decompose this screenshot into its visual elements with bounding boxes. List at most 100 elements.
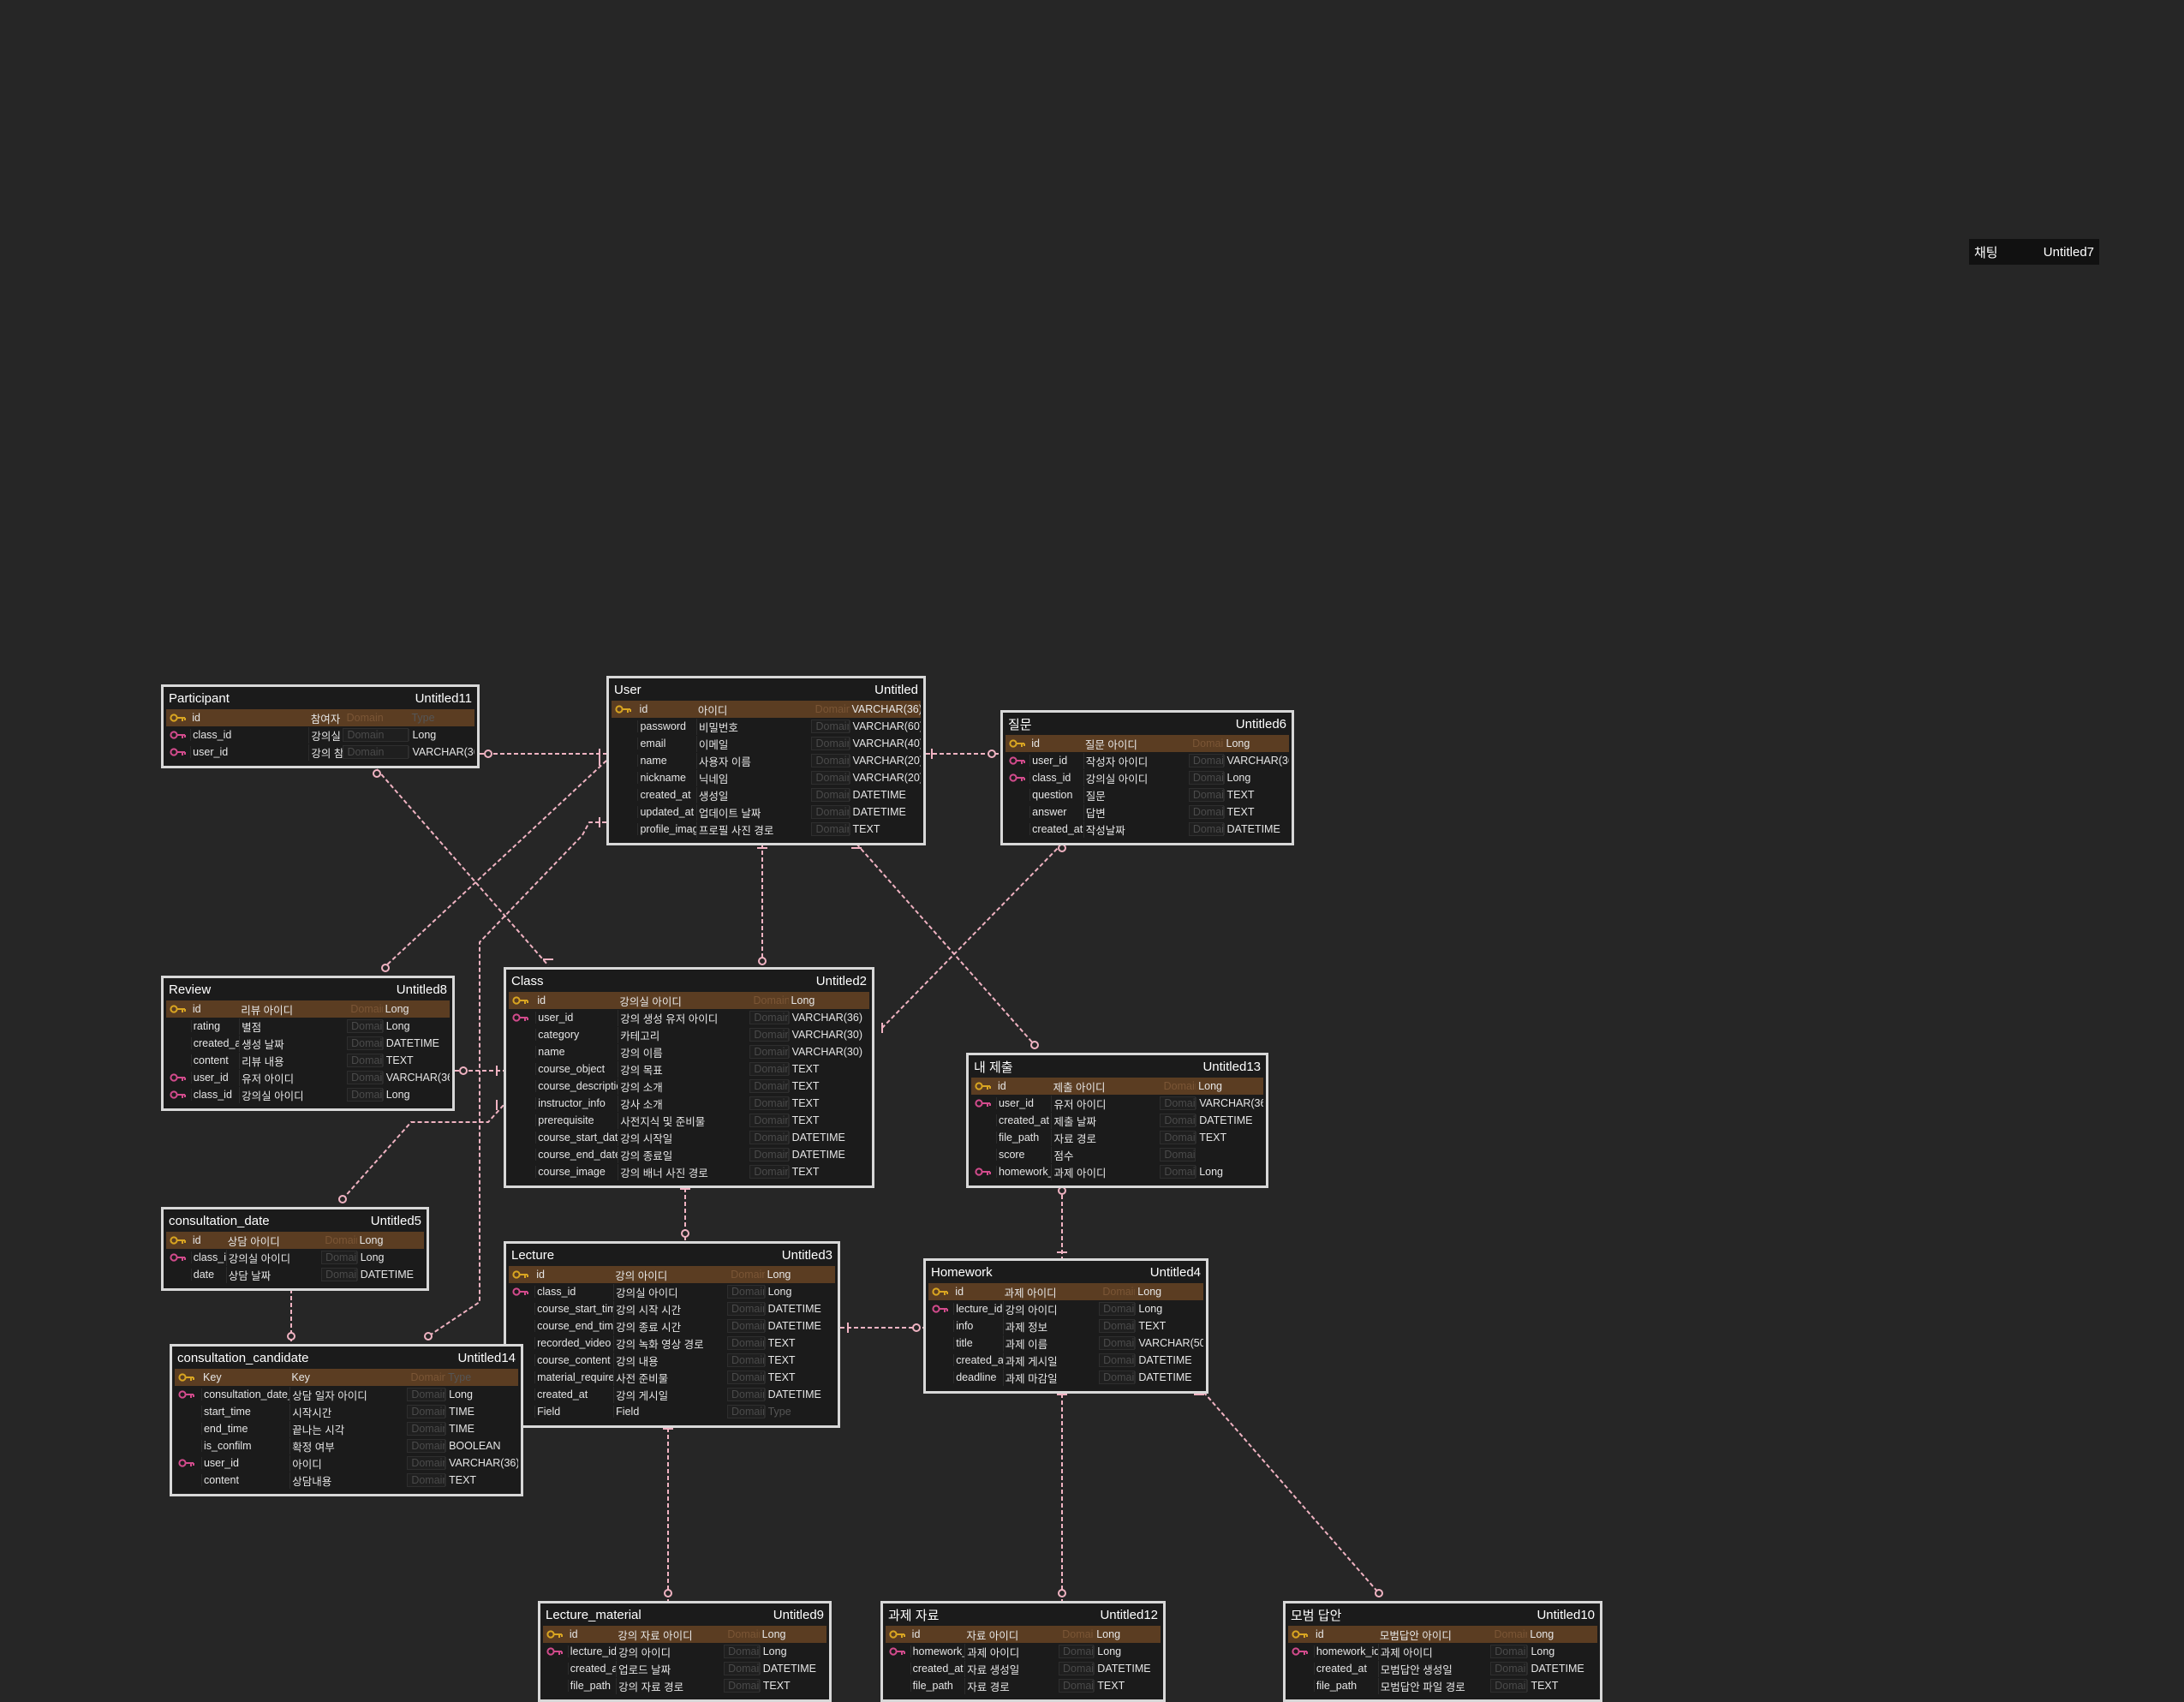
column-logical-name[interactable]: 자료 생성일 [964, 1660, 1059, 1677]
column-row[interactable]: created_at제출 날짜DomainDATETIME [971, 1112, 1263, 1129]
column-logical-name[interactable]: 유저 아이디 [239, 1069, 347, 1086]
homework-answer-link[interactable] [1198, 1386, 1380, 1594]
column-type[interactable]: TEXT [764, 1371, 835, 1383]
column-type[interactable]: DATETIME [1223, 823, 1289, 835]
column-name[interactable]: Field [534, 1406, 613, 1418]
column-domain[interactable]: Domain [1099, 1286, 1135, 1298]
column-type[interactable]: DATETIME [1135, 1354, 1203, 1366]
column-name[interactable]: homework_id [1313, 1645, 1378, 1657]
column-type[interactable]: TIME [445, 1406, 518, 1418]
column-row[interactable]: title과제 이름DomainVARCHAR(50) [928, 1335, 1203, 1352]
column-type[interactable]: Long [1196, 1080, 1263, 1092]
column-name[interactable]: rating [190, 1020, 239, 1032]
column-type[interactable]: Long [382, 1089, 450, 1101]
column-type[interactable]: DATETIME [1135, 1371, 1203, 1383]
column-type[interactable]: Long [764, 1286, 835, 1298]
column-type[interactable]: DATETIME [788, 1149, 869, 1161]
column-row[interactable]: password 비밀번호 Domain VARCHAR(60) [612, 718, 921, 735]
column-name[interactable]: file_path [1313, 1680, 1378, 1692]
column-domain[interactable]: Domain [1160, 1114, 1196, 1127]
column-logical-name[interactable]: 제출 아이디 [1052, 1078, 1161, 1095]
column-type[interactable]: Long [765, 1269, 835, 1281]
column-row[interactable]: material_required사전 준비물DomainTEXT [509, 1369, 835, 1386]
column-logical-name[interactable]: 닉네임 [695, 769, 812, 786]
column-domain[interactable]: Domain [1491, 1628, 1528, 1640]
column-row[interactable]: id 강의 아이디 Domain Long [509, 1266, 835, 1283]
table-submission[interactable]: 내 제출Untitled13id제출 아이디DomainLonguser_id유… [966, 1053, 1268, 1188]
erd-canvas[interactable]: 채팅 Untitled7 Participant Untitled11 id 참여자 … [0, 0, 2184, 1702]
column-logical-name[interactable]: 상담내용 [289, 1472, 407, 1489]
column-logical-name[interactable]: 강의 배너 사진 경로 [618, 1163, 749, 1180]
column-row[interactable]: answer답변DomainTEXT [1005, 803, 1289, 821]
column-domain[interactable]: Domain [1490, 1662, 1528, 1675]
column-logical-name[interactable]: 사전 준비물 [613, 1369, 727, 1386]
column-type[interactable]: VARCHAR(36) [382, 1072, 450, 1084]
column-name[interactable]: category [535, 1029, 618, 1041]
column-row[interactable]: id 강의실 아이디 Domain Long [509, 992, 869, 1009]
column-domain[interactable]: Domain [1099, 1302, 1136, 1316]
column-type[interactable]: Long [1527, 1645, 1597, 1657]
column-row[interactable]: lecture_id강의 아이디DomainLong [543, 1643, 826, 1660]
column-name[interactable]: updated_at [637, 806, 695, 818]
column-logical-name[interactable]: 과제 아이디 [1377, 1643, 1490, 1660]
column-name[interactable]: course_end_date [535, 1149, 618, 1161]
table-homework-material[interactable]: 과제 자료Untitled12id자료 아이디DomainLonghomewor… [880, 1601, 1166, 1702]
column-name[interactable]: created_at [995, 1114, 1052, 1126]
table-homework[interactable]: HomeworkUntitled4id과제 아이디DomainLonglectu… [923, 1258, 1208, 1394]
column-type[interactable]: TEXT [1527, 1680, 1597, 1692]
column-logical-name[interactable]: 자료 아이디 [964, 1627, 1059, 1643]
column-row[interactable]: lecture_id강의 아이디DomainLong [928, 1300, 1203, 1317]
column-logical-name[interactable]: 상담 날짜 [225, 1266, 321, 1283]
column-domain[interactable]: Domain [1160, 1148, 1196, 1162]
note-chat[interactable]: 채팅 Untitled7 [1969, 239, 2099, 265]
column-row[interactable]: name 강의 이름 Domain VARCHAR(30) [509, 1043, 869, 1060]
column-logical-name[interactable]: 프로필 사진 경로 [695, 821, 812, 838]
column-domain[interactable]: Domain [1490, 1645, 1528, 1658]
table-header[interactable]: 질문 Untitled6 [1003, 713, 1292, 735]
column-name[interactable]: created_at [1029, 823, 1083, 835]
column-type[interactable]: TEXT [764, 1337, 835, 1349]
column-row[interactable]: id상담 아이디DomainLong [166, 1232, 424, 1249]
column-domain[interactable]: Domain [321, 1234, 356, 1246]
table-header[interactable]: 과제 자료 Untitled12 [883, 1603, 1163, 1626]
column-logical-name[interactable]: 모범답안 파일 경로 [1377, 1677, 1490, 1694]
column-domain[interactable]: Domain [347, 1019, 383, 1033]
column-name[interactable]: id [953, 1286, 1002, 1298]
column-row[interactable]: user_id 강의 생성 유저 아이디 Domain VARCHAR(36) [509, 1009, 869, 1026]
column-row[interactable]: course_end_time강의 종료 시간DomainDATETIME [509, 1317, 835, 1335]
column-logical-name[interactable]: 강의실 아이디 [225, 1249, 321, 1266]
column-row[interactable]: user_id유저 아이디DomainVARCHAR(36) [971, 1095, 1263, 1112]
column-logical-name[interactable]: 과제 아이디 [1051, 1163, 1160, 1180]
column-name[interactable]: score [995, 1149, 1052, 1161]
column-domain[interactable]: Domain [724, 1679, 760, 1693]
column-row[interactable]: id제출 아이디DomainLong [971, 1078, 1263, 1095]
column-type[interactable]: Long [1223, 772, 1289, 784]
column-name[interactable]: course_object [535, 1063, 618, 1075]
column-row[interactable]: content리뷰 내용DomainTEXT [166, 1052, 450, 1069]
question-class-link[interactable] [881, 843, 1063, 1029]
column-logical-name[interactable]: 강의실 아이디 [308, 726, 343, 744]
column-type[interactable]: Long [759, 1645, 826, 1657]
column-logical-name[interactable]: 끝나는 시각 [289, 1420, 407, 1437]
column-domain[interactable]: Domain [407, 1473, 446, 1487]
column-type[interactable]: TEXT [764, 1354, 835, 1366]
column-row[interactable]: course_start_date 강의 시작일 Domain DATETIME [509, 1129, 869, 1146]
table-lecture[interactable]: Lecture Untitled3 id 강의 아이디 Domain Long class_… [504, 1241, 840, 1428]
column-logical-name[interactable]: 강의 자료 아이디 [616, 1627, 724, 1643]
column-type[interactable]: Long [357, 1234, 424, 1246]
column-type[interactable]: TEXT [1223, 789, 1289, 801]
column-logical-name[interactable]: 이메일 [695, 735, 812, 752]
column-logical-name[interactable]: 유저 아이디 [1051, 1095, 1160, 1112]
column-logical-name[interactable]: 자료 경로 [1051, 1129, 1160, 1146]
table-header[interactable]: Participant Untitled11 [164, 687, 477, 709]
column-domain[interactable]: Domain [727, 1302, 765, 1316]
user-submission-link[interactable] [856, 843, 1035, 1046]
column-logical-name[interactable]: 리뷰 아이디 [239, 1001, 347, 1018]
column-logical-name[interactable]: 과제 정보 [1002, 1317, 1100, 1335]
column-row[interactable]: date상담 날짜DomainDATETIME [166, 1266, 424, 1283]
column-logical-name[interactable]: 사용자 이름 [695, 752, 812, 769]
column-type[interactable]: TEXT [788, 1097, 869, 1109]
column-name[interactable]: end_time [200, 1423, 289, 1435]
column-name[interactable]: user_id [190, 746, 308, 758]
column-type[interactable]: Long [1527, 1628, 1597, 1640]
